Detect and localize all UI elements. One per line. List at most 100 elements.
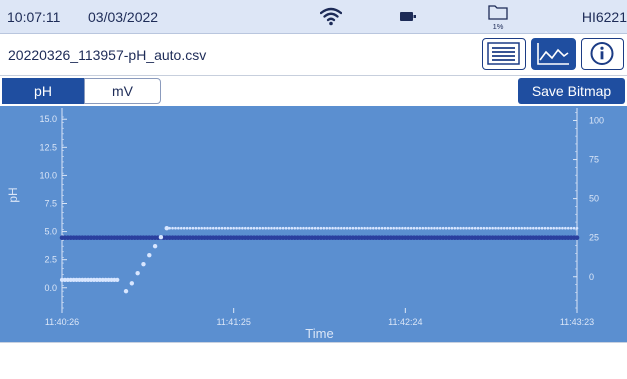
ph-data-point bbox=[369, 226, 372, 230]
y-right-tick-label: 25 bbox=[589, 233, 599, 243]
chart-icon bbox=[537, 43, 569, 65]
ph-data-point bbox=[546, 226, 550, 230]
ph-data-point bbox=[276, 226, 279, 230]
ph-data-point bbox=[284, 226, 288, 230]
ph-data-point bbox=[302, 226, 305, 230]
battery-icon bbox=[400, 12, 416, 21]
ph-data-point bbox=[357, 226, 361, 230]
ph-data-point bbox=[185, 226, 189, 230]
ph-data-point bbox=[366, 226, 369, 230]
ph-data-point bbox=[214, 226, 218, 230]
storage-folder-icon: 1% bbox=[488, 5, 508, 31]
y-tick-label: 7.5 bbox=[44, 199, 57, 209]
ph-data-point bbox=[348, 226, 352, 230]
y-tick-label: 2.5 bbox=[44, 255, 57, 265]
ph-data-point bbox=[526, 226, 529, 230]
ph-data-point bbox=[223, 226, 227, 230]
ph-data-point bbox=[479, 226, 483, 230]
x-tick-label: 11:40:26 bbox=[45, 317, 79, 327]
ph-data-point bbox=[241, 226, 244, 230]
ph-data-point bbox=[325, 226, 329, 230]
ph-data-point bbox=[462, 226, 465, 230]
ph-data-point bbox=[438, 226, 442, 230]
ph-data-point bbox=[418, 226, 422, 230]
ph-data-point bbox=[421, 226, 425, 230]
ph-data-point bbox=[249, 226, 253, 230]
ph-data-point bbox=[540, 226, 544, 230]
ph-data-point bbox=[305, 226, 308, 230]
y-right-tick-label: 0 bbox=[589, 272, 594, 282]
ph-data-point bbox=[293, 226, 297, 230]
ph-data-point bbox=[459, 226, 462, 230]
ph-data-point bbox=[470, 226, 474, 230]
status-bar: 10:07:11 03/03/2022 1% HI6221 bbox=[0, 0, 627, 34]
ph-data-point bbox=[436, 226, 439, 230]
ph-data-point bbox=[340, 226, 343, 230]
ph-data-point bbox=[444, 226, 448, 230]
list-view-button[interactable] bbox=[482, 38, 526, 70]
ph-data-point bbox=[433, 226, 436, 230]
ph-data-point bbox=[197, 226, 201, 230]
ph-data-point bbox=[491, 226, 494, 230]
ph-data-point bbox=[270, 226, 273, 230]
ph-data-point bbox=[238, 226, 241, 230]
y-tick-label: 12.5 bbox=[39, 142, 57, 152]
info-button[interactable] bbox=[581, 38, 624, 70]
x-tick-label: 11:41:25 bbox=[216, 317, 250, 327]
ph-chart: 0.0 2.5 5.0 7.5 10.0 12.5 15.0 0 25 50 75 100 11:40:… bbox=[6, 108, 604, 341]
save-bitmap-button[interactable]: Save Bitmap bbox=[518, 78, 625, 104]
ph-data-point bbox=[529, 226, 532, 230]
y-right-tick-label: 100 bbox=[589, 116, 604, 126]
ph-data-point bbox=[363, 226, 366, 230]
ph-data-point bbox=[179, 226, 183, 230]
ph-data-point bbox=[152, 244, 158, 249]
ph-data-point bbox=[494, 226, 497, 230]
ph-data-point bbox=[549, 226, 553, 230]
chart-view-button[interactable] bbox=[531, 38, 576, 70]
ph-data-point bbox=[456, 226, 460, 230]
info-icon bbox=[590, 42, 614, 65]
ph-data-point bbox=[203, 226, 206, 230]
y-right-tick-label: 75 bbox=[589, 155, 599, 165]
ph-data-point bbox=[232, 226, 235, 230]
ph-data-point bbox=[264, 226, 267, 230]
ph-data-point bbox=[267, 226, 270, 230]
ph-data-point bbox=[337, 226, 340, 230]
ph-data-point bbox=[319, 226, 323, 230]
ph-data-point bbox=[415, 226, 419, 230]
ph-data-point bbox=[235, 226, 238, 230]
ph-data-point bbox=[508, 226, 512, 230]
x-tick-label: 11:42:24 bbox=[388, 317, 422, 327]
ph-data-point bbox=[281, 226, 285, 230]
ph-data-point bbox=[244, 226, 247, 230]
ph-data-point bbox=[566, 226, 570, 230]
ph-data-point bbox=[182, 226, 186, 230]
ph-data-point bbox=[447, 226, 451, 230]
ph-data-point bbox=[229, 226, 233, 230]
ph-data-point bbox=[165, 226, 169, 230]
ph-data-point bbox=[322, 226, 326, 230]
ph-data-point bbox=[115, 277, 120, 283]
ph-data-point bbox=[386, 226, 390, 230]
ph-data-point bbox=[334, 226, 337, 230]
file-name: 20220326_113957-pH_auto.csv bbox=[8, 47, 207, 63]
ph-data-point bbox=[158, 235, 164, 240]
time-display: 10:07:11 bbox=[7, 9, 61, 25]
y-tick-label: 0.0 bbox=[44, 283, 57, 293]
ph-data-point bbox=[313, 226, 317, 230]
ph-data-point bbox=[255, 226, 259, 230]
ph-data-point bbox=[572, 226, 576, 230]
ph-data-point bbox=[290, 226, 294, 230]
ph-data-point bbox=[558, 226, 561, 230]
ph-data-point bbox=[135, 270, 140, 276]
y-tick-label: 15.0 bbox=[39, 114, 57, 124]
tab-ph[interactable]: pH bbox=[2, 78, 84, 104]
ph-data-point bbox=[398, 226, 401, 230]
storage-percent: 1% bbox=[493, 22, 504, 31]
ph-data-point bbox=[273, 226, 276, 230]
date-display: 03/03/2022 bbox=[88, 9, 159, 25]
ph-data-point bbox=[468, 226, 471, 230]
tab-mv[interactable]: mV bbox=[84, 78, 161, 104]
ph-data-point bbox=[575, 226, 579, 230]
ph-data-point bbox=[404, 226, 407, 230]
